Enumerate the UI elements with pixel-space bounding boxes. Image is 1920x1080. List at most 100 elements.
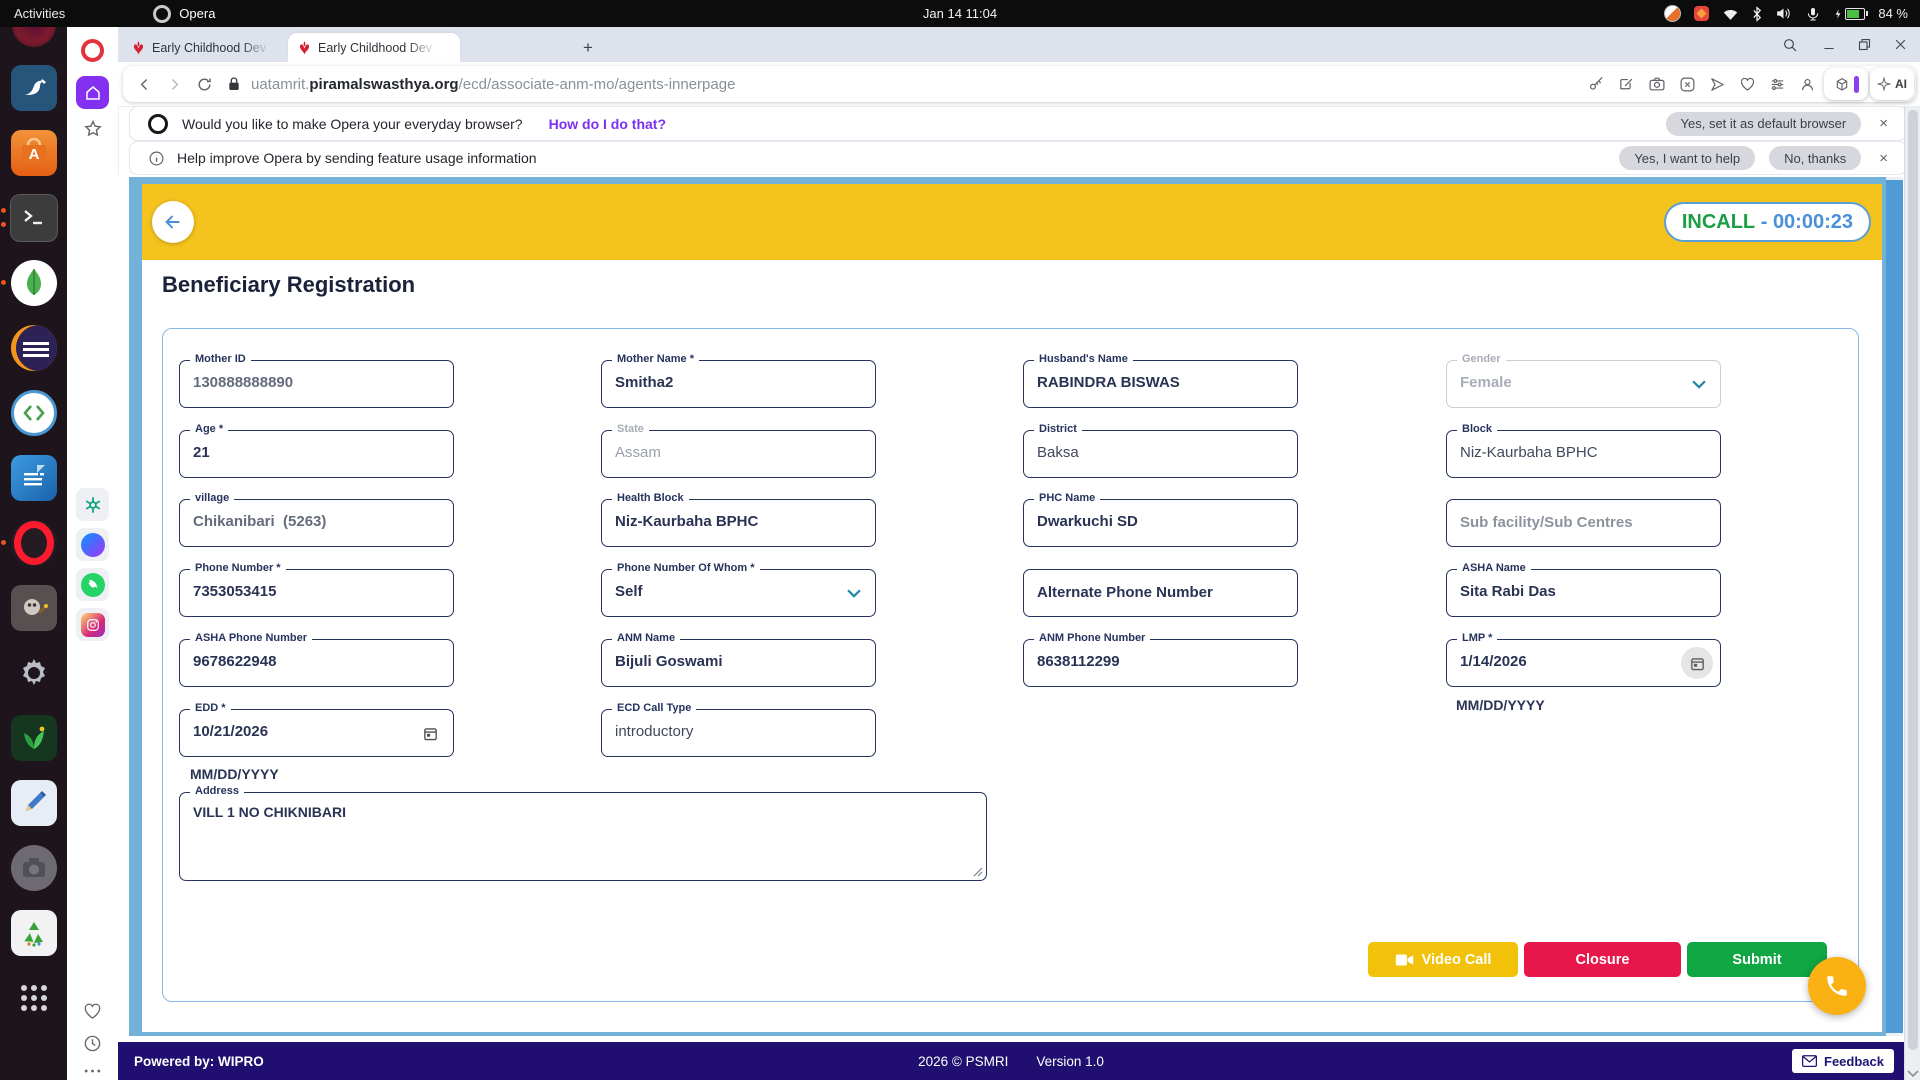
health-block-field[interactable]: Health Block Niz-Kaurbaha BPHC [601,499,876,547]
anm-name-field[interactable]: ANM Name Bijuli Goswami [601,639,876,687]
sub-facility-field[interactable]: Sub facility/Sub Centres [1446,499,1721,547]
banner-close-icon[interactable]: × [1875,150,1892,167]
opera-dock-icon[interactable] [10,519,58,567]
browser-scrollbar-thumb[interactable] [1908,110,1918,1050]
how-do-i-link[interactable]: How do I do that? [549,116,666,132]
block-field[interactable]: Block Niz-Kaurbaha BPHC [1446,430,1721,478]
clock[interactable]: Jan 14 11:04 [0,6,1920,21]
resize-handle-icon[interactable] [973,867,983,877]
remote-desktop-icon[interactable] [10,389,58,437]
state-field[interactable]: State Assam [601,430,876,478]
anm-phone-field[interactable]: ANM Phone Number 8638112299 [1023,639,1298,687]
sidebar-home-workspace[interactable] [67,76,118,109]
sidebar-star-icon[interactable] [67,119,118,139]
terminal-icon[interactable] [10,194,58,242]
alternate-phone-field[interactable]: Alternate Phone Number [1023,569,1298,617]
sidebar-history-clock-icon[interactable] [67,1034,118,1053]
mother-id-field[interactable]: Mother ID 130888888890 [179,360,454,408]
close-element-icon[interactable] [1679,76,1696,93]
usage-decline-button[interactable]: No, thanks [1769,146,1861,170]
window-maximize-button[interactable] [1857,27,1872,62]
paint-app-icon[interactable] [10,584,58,632]
calendar-icon[interactable] [414,717,446,749]
page-scrollbar-thumb[interactable] [1886,180,1903,1033]
district-field[interactable]: District Baksa [1023,430,1298,478]
closure-button[interactable]: Closure [1524,942,1681,977]
village-field[interactable]: village Chikanibari (5263) [179,499,454,547]
ecd-call-type-field[interactable]: ECD Call Type introductory [601,709,876,757]
software-store-icon[interactable]: A [10,129,58,177]
back-nav-icon[interactable] [136,76,153,93]
set-default-browser-button[interactable]: Yes, set it as default browser [1666,112,1862,136]
sidebar-chatgpt-icon[interactable] [67,488,118,521]
libreoffice-writer-icon[interactable] [10,454,58,502]
phone-of-whom-select[interactable]: Phone Number Of Whom * Self [601,569,876,617]
browser-scrollbar[interactable] [1904,106,1920,1080]
tray-app2-icon[interactable] [1694,6,1709,21]
pencil-app-icon[interactable] [10,779,58,827]
green-plant-app-icon[interactable] [10,714,58,762]
phc-name-field[interactable]: PHC Name Dwarkuchi SD [1023,499,1298,547]
scroll-down-arrow-icon[interactable] [1907,1070,1919,1078]
sidebar-instagram-icon[interactable] [67,608,118,641]
snapshot-camera-icon[interactable] [1648,76,1666,92]
eclipse-icon[interactable] [10,324,58,372]
sidebar-whatsapp-icon[interactable] [67,568,118,601]
lmp-date-field[interactable]: LMP * 1/14/2026 [1446,639,1721,687]
tab-early-childhood-2-active[interactable]: Early Childhood Dev [288,33,460,62]
app-grid-icon[interactable] [10,974,58,1022]
gender-select[interactable]: Gender Female [1446,360,1721,408]
lock-icon[interactable] [227,76,241,92]
tab-early-childhood-1[interactable]: Early Childhood Dev [122,33,280,62]
video-call-button[interactable]: Video Call [1368,942,1518,977]
mother-name-field[interactable]: Mother Name * Smitha2 [601,360,876,408]
call-fab-button[interactable] [1808,957,1866,1015]
bookmark-heart-icon[interactable] [1739,76,1756,92]
mysql-workbench-icon[interactable] [10,64,58,112]
window-minimize-button[interactable] [1822,27,1836,62]
age-field[interactable]: Age * 21 [179,430,454,478]
sidebar-more-dots-icon[interactable] [67,1067,118,1075]
opera-menu-button[interactable] [67,39,118,62]
sidebar-heart-icon[interactable] [67,1002,118,1020]
submit-button[interactable]: Submit [1687,942,1827,977]
tab-search-button[interactable] [1782,27,1798,62]
asha-phone-field[interactable]: ASHA Phone Number 9678622948 [179,639,454,687]
banner-close-icon[interactable]: × [1875,115,1892,132]
window-close-button[interactable] [1893,27,1908,62]
feedback-button[interactable]: Feedback [1792,1049,1894,1073]
recycle-app-icon[interactable] [10,909,58,957]
phone-number-field[interactable]: Phone Number * 7353053415 [179,569,454,617]
svg-text:A: A [28,146,39,163]
tray-app-icon[interactable] [1664,5,1681,22]
password-key-icon[interactable] [1588,76,1605,93]
address-bar[interactable]: uatamrit.piramalswasthya.org/ecd/associa… [123,66,1916,102]
page-scrollbar[interactable] [1886,177,1903,1036]
asha-name-field[interactable]: ASHA Name Sita Rabi Das [1446,569,1721,617]
profile-icon[interactable] [1799,76,1816,93]
sidebar-panel-toggle[interactable] [1824,68,1868,100]
edd-date-field[interactable]: EDD * 10/21/2026 [179,709,454,757]
copyright: 2026 © PSMRI [918,1054,1008,1069]
camera-app-icon[interactable] [10,844,58,892]
system-tray[interactable]: 84 % [1664,0,1908,27]
partial-app-icon[interactable] [12,27,56,47]
forward-nav-icon[interactable] [166,76,183,93]
sidebar-messenger-icon[interactable] [67,528,118,561]
share-send-icon[interactable] [1709,76,1726,93]
chevron-down-icon[interactable] [1688,373,1710,395]
back-button[interactable] [152,201,194,243]
reader-settings-icon[interactable] [1769,76,1786,93]
husband-name-field[interactable]: Husband's Name RABINDRA BISWAS [1023,360,1298,408]
edit-page-icon[interactable] [1618,76,1635,93]
mongodb-icon[interactable] [10,259,58,307]
calendar-icon[interactable] [1681,647,1713,679]
url-text[interactable]: uatamrit.piramalswasthya.org/ecd/associa… [251,76,735,93]
usage-accept-button[interactable]: Yes, I want to help [1619,146,1755,170]
address-textarea[interactable]: Address VILL 1 NO CHIKNIBARI [179,792,987,881]
settings-gear-icon[interactable] [10,649,58,697]
reload-icon[interactable] [196,76,213,93]
aria-ai-button[interactable]: AI [1870,68,1914,100]
new-tab-button[interactable]: + [576,36,600,60]
chevron-down-icon[interactable] [843,582,865,604]
